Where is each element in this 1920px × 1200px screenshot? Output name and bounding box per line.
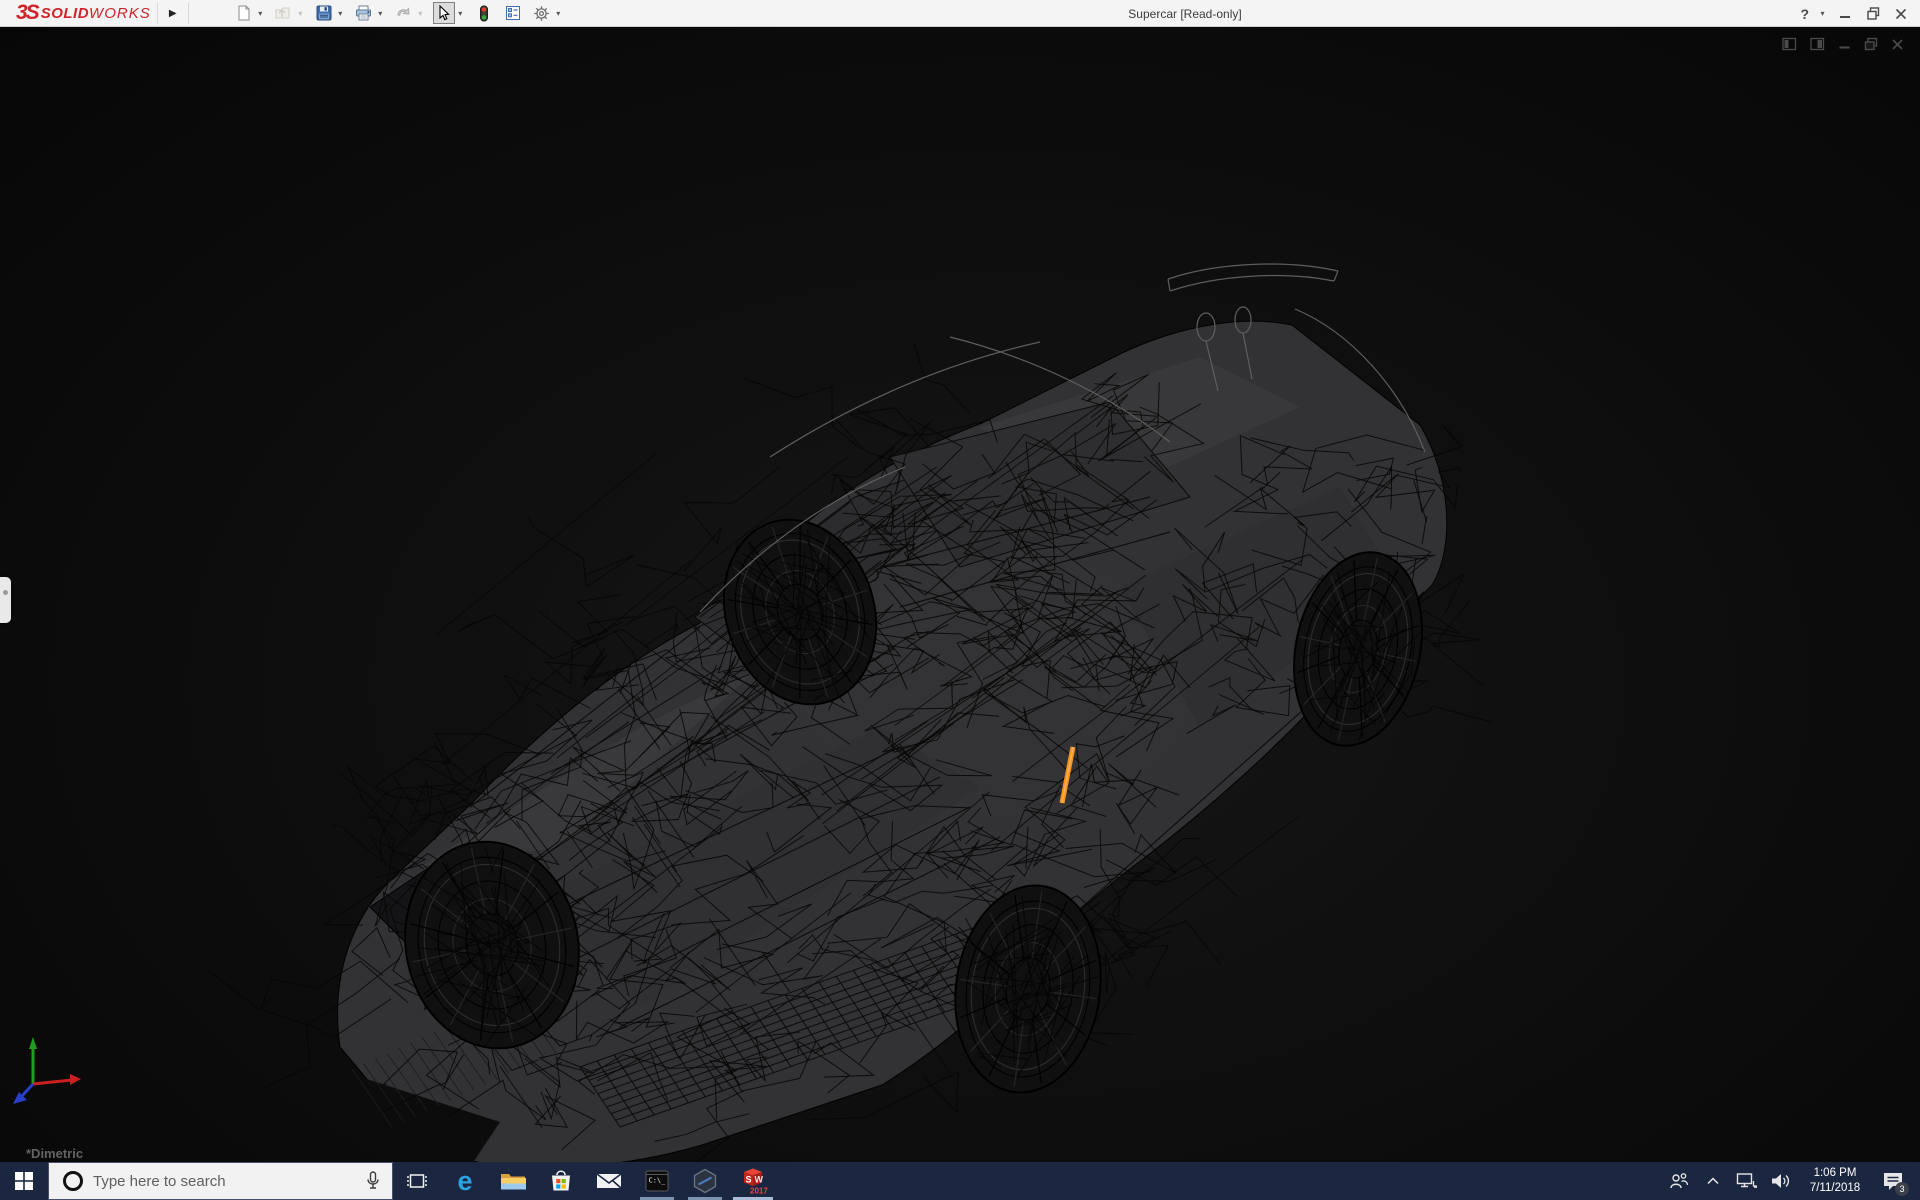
taskbar-app-command-prompt[interactable]: C:\_ [633, 1162, 681, 1200]
svg-text:2017: 2017 [750, 1187, 768, 1196]
clock-date: 7/11/2018 [1802, 1181, 1868, 1196]
minimize-button[interactable] [1834, 3, 1856, 25]
options-button[interactable] [531, 2, 553, 24]
action-center-button[interactable]: 3 [1876, 1162, 1910, 1200]
print-button[interactable] [353, 2, 375, 24]
search-input[interactable] [93, 1173, 354, 1190]
restore-doc-icon[interactable] [1864, 37, 1878, 51]
brand-works-text: WORKS [89, 5, 151, 22]
new-document-caret[interactable]: ▾ [255, 9, 266, 18]
tab-dot [3, 590, 8, 595]
separator [157, 3, 158, 24]
select-button[interactable] [433, 2, 455, 24]
solidworks-2017-icon: S W 2017 [738, 1166, 768, 1196]
task-view-icon [407, 1172, 427, 1190]
chevron-up-icon [1706, 1176, 1720, 1186]
mail-icon [596, 1171, 622, 1191]
taskbar-search[interactable] [48, 1162, 393, 1200]
command-prompt-icon: C:\_ [645, 1170, 669, 1192]
brand-solid-text: SOLID [41, 5, 89, 22]
taskbar-app-file-explorer[interactable] [489, 1162, 537, 1200]
document-window-controls [1782, 37, 1904, 51]
taskbar-app-edrawings[interactable] [681, 1162, 729, 1200]
help-button[interactable]: ? [1798, 6, 1811, 22]
task-view-button[interactable] [393, 1162, 441, 1200]
people-button[interactable] [1666, 1162, 1692, 1200]
collapsed-featuremanager-tab[interactable] [0, 577, 11, 623]
undo-button[interactable] [393, 2, 415, 24]
open-caret: ▾ [295, 9, 306, 18]
separator [188, 3, 189, 24]
graphics-area[interactable]: *Dimetric [0, 27, 1920, 1162]
options-caret[interactable]: ▾ [553, 9, 564, 18]
open-icon [275, 5, 292, 21]
print-icon [355, 5, 372, 21]
windows-logo-icon [15, 1172, 33, 1190]
volume-button[interactable] [1768, 1162, 1794, 1200]
close-doc-icon[interactable] [1891, 38, 1904, 51]
new-document-button[interactable] [233, 2, 255, 24]
close-button[interactable] [1890, 3, 1912, 25]
new-document-icon [236, 5, 252, 21]
doc-pane-right-icon[interactable] [1810, 37, 1825, 51]
select-cursor-icon [436, 5, 451, 21]
solidworks-mark-icon: 3S [16, 1, 38, 25]
select-caret[interactable]: ▾ [455, 9, 466, 18]
minimize-icon [1839, 8, 1851, 20]
file-explorer-icon [500, 1170, 526, 1192]
file-properties-button[interactable] [502, 2, 524, 24]
network-button[interactable] [1734, 1162, 1760, 1200]
help-caret[interactable]: ▾ [1817, 9, 1828, 18]
traffic-light-icon [478, 5, 490, 22]
restore-button[interactable] [1862, 3, 1884, 25]
doc-pane-left-icon[interactable] [1782, 37, 1797, 51]
taskbar-app-edge[interactable]: e [441, 1162, 489, 1200]
quick-access-toolbar: ▾ ▾ [233, 2, 571, 24]
svg-text:S: S [746, 1175, 752, 1185]
save-button[interactable] [313, 2, 335, 24]
undo-caret: ▾ [415, 9, 426, 18]
undo-icon [395, 5, 412, 21]
start-button[interactable] [0, 1162, 48, 1200]
edge-icon: e [457, 1168, 472, 1195]
svg-text:C:\_: C:\_ [649, 1177, 667, 1185]
file-properties-icon [505, 5, 521, 21]
gear-icon [533, 5, 550, 22]
print-caret[interactable]: ▾ [375, 9, 386, 18]
cortana-search-icon [63, 1171, 83, 1191]
taskbar-app-solidworks[interactable]: S W 2017 [729, 1162, 777, 1200]
people-icon [1669, 1172, 1689, 1190]
restore-icon [1867, 7, 1880, 20]
taskbar-app-mail[interactable] [585, 1162, 633, 1200]
rebuild-button[interactable] [473, 2, 495, 24]
network-ethernet-icon [1736, 1172, 1758, 1190]
hidden-icons-button[interactable] [1700, 1162, 1726, 1200]
taskbar-app-store[interactable] [537, 1162, 585, 1200]
hexagon-app-icon [692, 1168, 718, 1194]
taskbar-clock[interactable]: 1:06 PM 7/11/2018 [1802, 1166, 1868, 1196]
document-title: Supercar [Read-only] [1100, 0, 1270, 27]
solidworks-logo: 3S SOLID WORKS [0, 0, 151, 27]
close-icon [1895, 8, 1907, 20]
open-button[interactable] [273, 2, 295, 24]
notification-badge: 3 [1895, 1182, 1909, 1196]
microphone-icon[interactable] [366, 1171, 380, 1191]
svg-text:W: W [755, 1175, 764, 1185]
save-icon [316, 5, 332, 21]
solidworks-window: 3S SOLID WORKS ▶ ▾ [0, 0, 1920, 1200]
system-tray: 1:06 PM 7/11/2018 3 [1666, 1162, 1920, 1200]
window-controls: ? ▾ [1798, 0, 1912, 27]
minimize-doc-icon[interactable] [1838, 37, 1851, 51]
view-orientation-label: *Dimetric [26, 1146, 83, 1161]
menu-flyout-arrow[interactable]: ▶ [164, 2, 182, 24]
wireframe-car-model [0, 27, 1920, 1162]
title-bar: 3S SOLID WORKS ▶ ▾ [0, 0, 1920, 27]
speaker-icon [1770, 1172, 1792, 1190]
clock-time: 1:06 PM [1802, 1166, 1868, 1181]
save-caret[interactable]: ▾ [335, 9, 346, 18]
windows-taskbar: e [0, 1162, 1920, 1200]
store-icon [549, 1169, 573, 1193]
